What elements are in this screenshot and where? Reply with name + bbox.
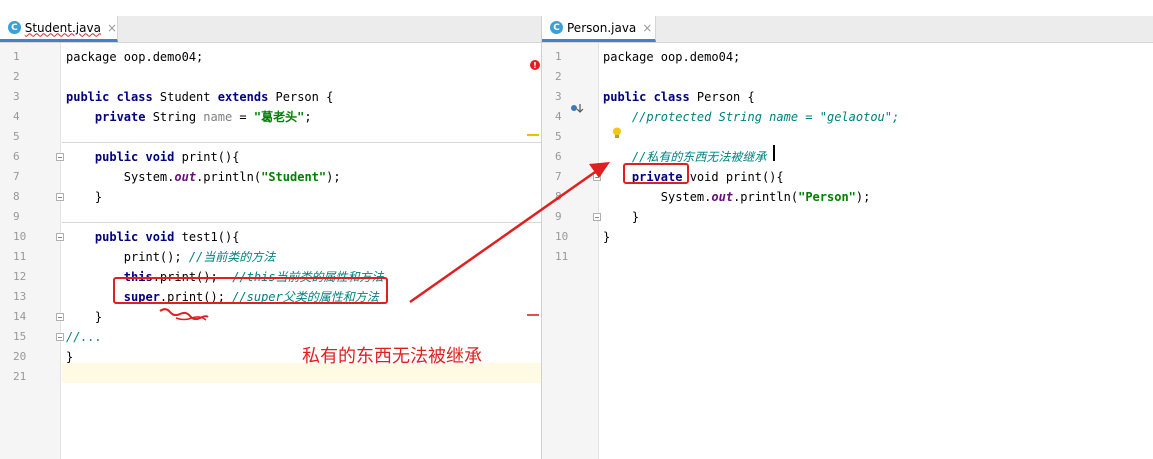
fold-toggle-icon[interactable] xyxy=(593,213,601,221)
tab-student-java[interactable]: C Student.java × xyxy=(0,16,118,42)
code-line: public class Person { xyxy=(603,87,755,107)
fold-toggle-icon[interactable] xyxy=(56,233,64,241)
code-token: void print(){ xyxy=(682,170,784,184)
code-line: } xyxy=(603,207,639,227)
subclass-gutter-icon[interactable] xyxy=(570,102,584,114)
code-token: } xyxy=(603,230,611,244)
fold-toggle-icon[interactable] xyxy=(56,153,64,161)
class-icon: C xyxy=(550,21,563,34)
code-area[interactable]: package oop.demo04; public class Person {… xyxy=(542,43,1153,459)
code-token: public void xyxy=(94,230,175,244)
code-line: } xyxy=(603,227,610,247)
code-line: package oop.demo04; xyxy=(66,47,203,67)
code-line: public void print(){ xyxy=(66,147,240,167)
code-token: extends xyxy=(217,90,269,104)
code-token: Person { xyxy=(268,90,334,104)
code-token: print(); xyxy=(66,250,189,264)
code-line: } xyxy=(66,187,102,207)
person-editor-pane[interactable]: C Person.java × 1 2 3 4 5 6 7 8 9 10 11 package oo… xyxy=(542,16,1153,459)
code-token: } xyxy=(66,190,103,204)
code-line: public void test1(){ xyxy=(66,227,240,247)
code-line: } xyxy=(66,307,102,327)
code-line: print(); //当前类的方法 xyxy=(66,247,275,267)
left-tab-bar: C Student.java × xyxy=(0,16,541,43)
error-marker[interactable] xyxy=(527,314,539,316)
tab-person-java[interactable]: C Person.java × xyxy=(542,16,656,42)
code-token: = xyxy=(232,110,254,124)
warning-marker[interactable] xyxy=(527,134,539,136)
code-token: "Person" xyxy=(798,190,856,204)
code-token: } xyxy=(66,350,74,364)
code-token: "Student" xyxy=(261,170,327,184)
code-line: //protected String name = "gelaotou"; xyxy=(603,107,899,127)
code-token: ); xyxy=(326,170,341,184)
code-token: Student xyxy=(152,90,218,104)
tab-label: Person.java xyxy=(567,20,637,35)
annotation-label: 私有的东西无法被继承 xyxy=(302,346,482,367)
method-separator xyxy=(62,142,541,143)
code-token: print(){ xyxy=(174,150,240,164)
code-line: System.out.println("Person"); xyxy=(603,187,871,207)
code-token: public class xyxy=(603,90,690,104)
code-token: //当前类的方法 xyxy=(188,250,276,264)
fold-toggle-icon[interactable] xyxy=(56,333,64,341)
method-separator xyxy=(62,222,541,223)
right-tab-bar: C Person.java × xyxy=(542,16,1153,43)
close-icon[interactable]: × xyxy=(642,21,652,35)
code-token: //... xyxy=(66,330,103,344)
red-squiggle-mark xyxy=(159,308,209,321)
code-line: private String name = "葛老头"; xyxy=(66,107,312,127)
lightbulb-icon[interactable] xyxy=(612,127,622,139)
code-line: } xyxy=(66,347,73,367)
fold-toggle-icon[interactable] xyxy=(56,193,64,201)
code-token: test1(){ xyxy=(174,230,240,244)
code-token: .println( xyxy=(196,170,262,184)
code-token: "葛老头" xyxy=(253,110,305,124)
code-token: ; xyxy=(304,110,312,124)
code-token: out xyxy=(711,190,734,204)
code-token: String xyxy=(145,110,204,124)
code-token: package oop.demo04; xyxy=(603,50,741,64)
code-token: System. xyxy=(603,190,712,204)
code-line: System.out.println("Student"); xyxy=(66,167,341,187)
code-token: name xyxy=(203,110,233,124)
error-icon[interactable]: ! xyxy=(530,60,540,70)
code-line: //... xyxy=(66,327,102,347)
private-keyword-highlight-box xyxy=(623,163,689,184)
close-icon[interactable]: × xyxy=(107,21,117,35)
code-area[interactable]: package oop.demo04; public class Student … xyxy=(0,43,541,459)
code-line: public class Student extends Person { xyxy=(66,87,333,107)
tab-label: Student.java xyxy=(24,20,101,35)
code-token: public class xyxy=(66,90,153,104)
code-token: //私有的东西无法被继承 xyxy=(631,150,767,164)
code-token: public void xyxy=(94,150,175,164)
fold-toggle-icon[interactable] xyxy=(593,173,601,181)
code-token: out xyxy=(174,170,197,184)
code-token: package oop.demo04; xyxy=(66,50,204,64)
code-token: private xyxy=(94,110,146,124)
code-line: package oop.demo04; xyxy=(603,47,740,67)
code-token: Person { xyxy=(689,90,755,104)
text-caret xyxy=(773,145,775,161)
code-token: .println( xyxy=(733,190,799,204)
code-token: } xyxy=(66,310,103,324)
code-token: ); xyxy=(855,190,871,204)
code-token: //protected String name = "gelaotou"; xyxy=(631,110,900,124)
fold-toggle-icon[interactable] xyxy=(56,313,64,321)
super-call-highlight-box xyxy=(113,277,388,304)
code-token: } xyxy=(603,210,640,224)
code-token: System. xyxy=(66,170,175,184)
student-editor-pane[interactable]: C Student.java × 1 2 3 4 5 6 7 8 9 10 11 12 13 14 15 20… xyxy=(0,16,542,459)
class-icon: C xyxy=(8,21,21,34)
